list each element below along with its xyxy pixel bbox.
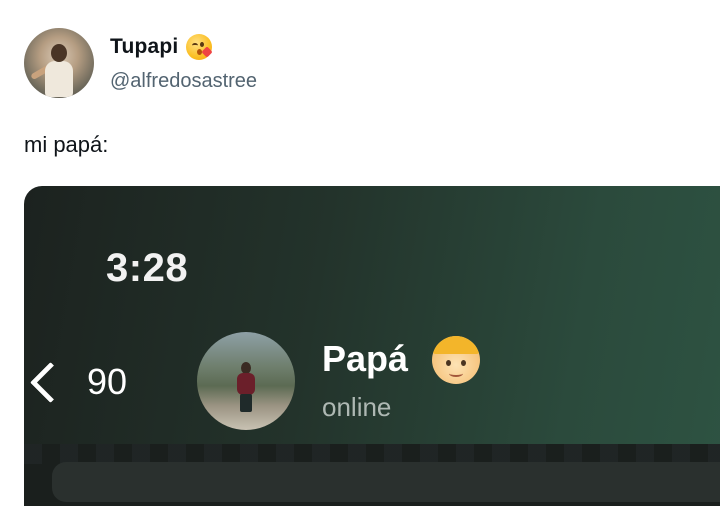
back-chevron-icon — [29, 361, 72, 404]
chat-header: 90 Papá online — [24, 326, 720, 441]
author-display-name[interactable]: Tupapi — [110, 35, 178, 59]
man-blond-hair-icon — [432, 336, 480, 384]
author-handle[interactable]: @alfredosastree — [110, 70, 257, 93]
contact-name: Papá — [322, 338, 409, 379]
author-avatar[interactable] — [24, 28, 94, 98]
tweet-header: Tupapi @alfredosastree — [24, 28, 704, 100]
contact-status: online — [322, 392, 392, 422]
contact-avatar — [197, 332, 295, 430]
chat-body — [24, 444, 720, 506]
author-name-row: Tupapi — [110, 34, 214, 60]
avatar-head — [51, 44, 67, 62]
message-bubble — [52, 462, 720, 502]
chat-wallpaper-pattern — [24, 444, 720, 464]
back-unread-count: 90 — [87, 361, 128, 402]
avatar-body — [45, 61, 73, 97]
tweet-text: mi papá: — [24, 132, 109, 157]
tweet-media-screenshot[interactable]: 3:28 90 Papá online — [24, 186, 720, 506]
kissing-face-with-heart-icon — [186, 34, 214, 60]
status-bar-clock: 3:28 — [106, 246, 189, 290]
